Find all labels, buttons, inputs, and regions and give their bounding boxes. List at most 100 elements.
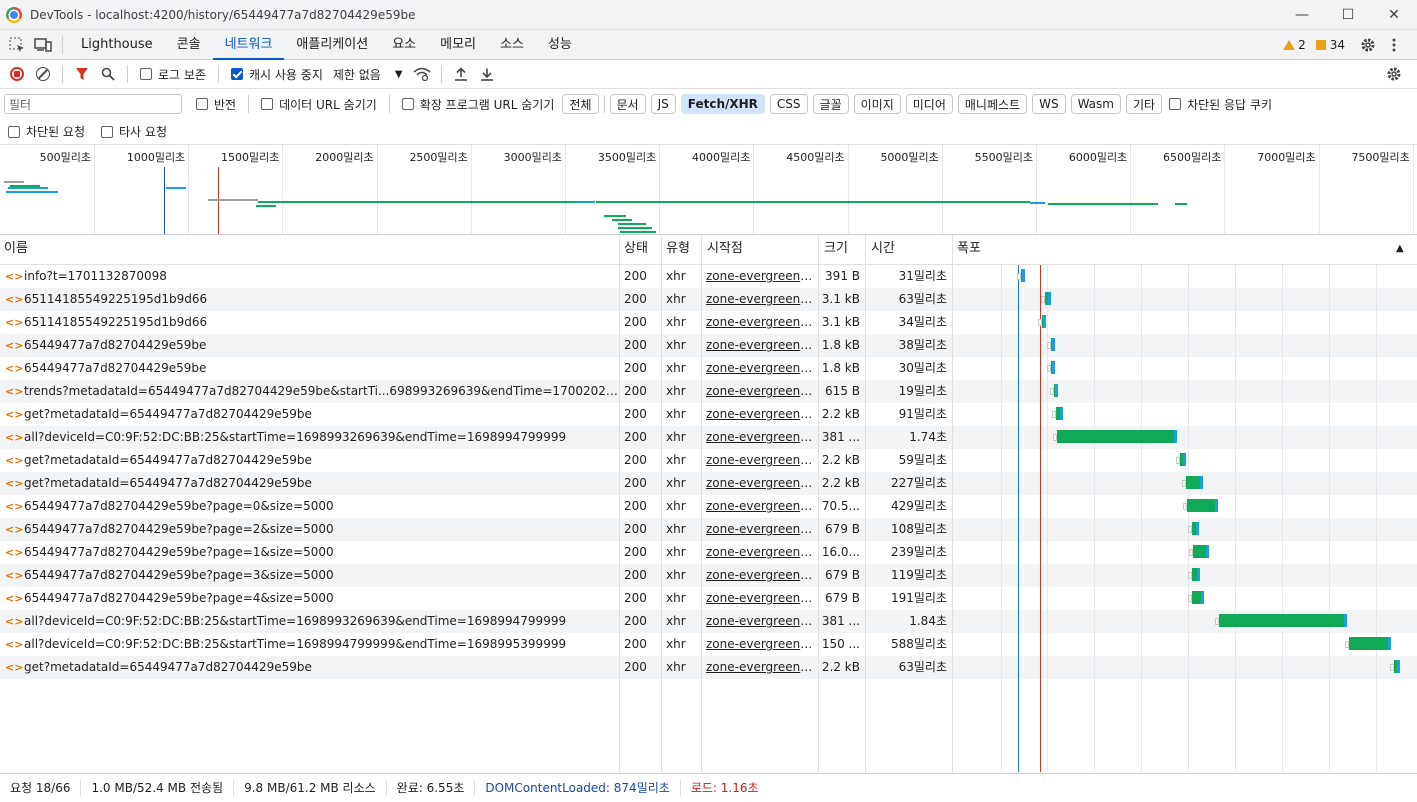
filter-input[interactable]: 필터 <box>4 94 182 114</box>
tab-6[interactable]: 소스 <box>488 30 536 60</box>
request-name[interactable]: get?metadataId=65449477a7d82704429e59be <box>24 403 618 426</box>
request-name[interactable]: 65114185549225195d1b9d66 <box>24 288 618 311</box>
filter-chip-7[interactable]: 미디어 <box>905 94 953 114</box>
request-name[interactable]: 65449477a7d82704429e59be?page=4&size=500… <box>24 587 618 610</box>
filter-chip-8[interactable]: 매니페스트 <box>957 94 1028 114</box>
filter-chip-4[interactable]: CSS <box>769 94 808 114</box>
filter-chip-5[interactable]: 글꼴 <box>812 94 849 114</box>
request-name[interactable]: 65449477a7d82704429e59be <box>24 357 618 380</box>
request-initiator-link[interactable]: zone-evergreen.j... <box>706 311 814 334</box>
filter-chip-6[interactable]: 이미지 <box>853 94 901 114</box>
request-name[interactable]: get?metadataId=65449477a7d82704429e59be <box>24 472 618 495</box>
device-toolbar-icon[interactable] <box>30 32 56 58</box>
column-header-initiator[interactable]: 시작점 <box>703 235 743 265</box>
request-initiator-link[interactable]: zone-evergreen.j... <box>706 426 814 449</box>
request-name[interactable]: all?deviceId=C0:9F:52:DC:BB:25&startTime… <box>24 426 618 449</box>
warnings-badge[interactable]: 2 <box>1283 38 1306 52</box>
request-initiator-link[interactable]: zone-evergreen.j... <box>706 265 814 288</box>
column-header-waterfall[interactable]: 폭포 <box>953 235 981 265</box>
request-name[interactable]: all?deviceId=C0:9F:52:DC:BB:25&startTime… <box>24 610 618 633</box>
tab-2[interactable]: 네트워크 <box>212 30 285 60</box>
request-initiator-link[interactable]: zone-evergreen.j... <box>706 610 814 633</box>
third-party-checkbox[interactable]: 타사 요청 <box>101 123 167 140</box>
sort-up-icon[interactable]: ▲ <box>1392 235 1404 265</box>
import-har-button[interactable] <box>448 61 474 87</box>
clear-button[interactable] <box>30 61 56 87</box>
request-initiator-link[interactable]: zone-evergreen.j... <box>706 656 814 679</box>
request-name[interactable]: 65114185549225195d1b9d66 <box>24 311 618 334</box>
filter-chip-1[interactable]: 문서 <box>609 94 646 114</box>
column-header-size[interactable]: 크기 <box>820 235 848 265</box>
xhr-icon: <> <box>5 431 24 444</box>
filter-toggle-button[interactable] <box>69 61 95 87</box>
column-header-type[interactable]: 유형 <box>662 235 690 265</box>
blocked-requests-checkbox[interactable]: 차단된 요청 <box>8 123 85 140</box>
tab-7[interactable]: 성능 <box>536 30 584 60</box>
disable-cache-checkbox[interactable]: 캐시 사용 중지 <box>230 66 323 83</box>
column-header-status[interactable]: 상태 <box>620 235 648 265</box>
request-initiator-link[interactable]: zone-evergreen.j... <box>706 403 814 426</box>
settings-gear-icon[interactable] <box>1355 32 1381 58</box>
waterfall-bar[interactable] <box>1219 614 1344 627</box>
filter-chip-11[interactable]: 기타 <box>1125 94 1163 114</box>
filter-chip-3[interactable]: Fetch/XHR <box>680 94 765 114</box>
request-name[interactable]: 65449477a7d82704429e59be?page=0&size=500… <box>24 495 618 518</box>
request-initiator-link[interactable]: zone-evergreen.j... <box>706 633 814 656</box>
hide-data-urls-checkbox[interactable]: 데이터 URL 숨기기 <box>261 96 377 113</box>
export-har-button[interactable] <box>474 61 500 87</box>
request-initiator-link[interactable]: zone-evergreen.j... <box>706 495 814 518</box>
request-initiator-link[interactable]: zone-evergreen.j... <box>706 380 814 403</box>
request-name[interactable]: 65449477a7d82704429e59be?page=1&size=500… <box>24 541 618 564</box>
request-initiator-link[interactable]: zone-evergreen.j... <box>706 357 814 380</box>
request-name[interactable]: get?metadataId=65449477a7d82704429e59be <box>24 449 618 472</box>
hide-extension-urls-checkbox[interactable]: 확장 프로그램 URL 숨기기 <box>401 96 554 113</box>
network-conditions-button[interactable] <box>409 61 435 87</box>
messages-badge[interactable]: 34 <box>1315 38 1345 52</box>
request-initiator-link[interactable]: zone-evergreen.j... <box>706 449 814 472</box>
close-button[interactable]: ✕ <box>1371 0 1417 30</box>
request-name[interactable]: all?deviceId=C0:9F:52:DC:BB:25&startTime… <box>24 633 618 656</box>
request-name[interactable]: get?metadataId=65449477a7d82704429e59be <box>24 656 618 679</box>
minimize-button[interactable]: — <box>1279 0 1325 30</box>
filter-chip-10[interactable]: Wasm <box>1070 94 1121 114</box>
waterfall-bar[interactable] <box>1192 591 1201 604</box>
request-initiator-link[interactable]: zone-evergreen.j... <box>706 472 814 495</box>
waterfall-bar[interactable] <box>1186 476 1200 489</box>
waterfall-bar[interactable] <box>1349 637 1388 650</box>
tab-5[interactable]: 메모리 <box>428 30 488 60</box>
request-initiator-link[interactable]: zone-evergreen.j... <box>706 564 814 587</box>
request-name[interactable]: info?t=1701132870098 <box>24 265 618 288</box>
maximize-button[interactable]: ☐ <box>1325 0 1371 30</box>
timeline-overview[interactable]: 500밀리초 1000밀리초 1500밀리초 2000밀리초 2500밀리초 3000밀리… <box>0 145 1417 235</box>
request-name[interactable]: trends?metadataId=65449477a7d82704429e59… <box>24 380 618 403</box>
waterfall-bar[interactable] <box>1187 499 1215 512</box>
filter-chip-2[interactable]: JS <box>650 94 676 114</box>
filter-chip-9[interactable]: WS <box>1032 94 1066 114</box>
request-initiator-link[interactable]: zone-evergreen.j... <box>706 334 814 357</box>
tab-1[interactable]: 콘솔 <box>165 30 213 60</box>
invert-checkbox[interactable]: 반전 <box>196 96 236 113</box>
request-initiator-link[interactable]: zone-evergreen.j... <box>706 587 814 610</box>
request-initiator-link[interactable]: zone-evergreen.j... <box>706 541 814 564</box>
request-initiator-link[interactable]: zone-evergreen.j... <box>706 288 814 311</box>
stop-recording-button[interactable] <box>4 61 30 87</box>
more-options-icon[interactable] <box>1381 32 1407 58</box>
filter-chip-0[interactable]: 전체 <box>562 94 599 114</box>
request-name[interactable]: 65449477a7d82704429e59be?page=2&size=500… <box>24 518 618 541</box>
tab-4[interactable]: 요소 <box>380 30 428 60</box>
column-header-time[interactable]: 시간 <box>867 235 895 265</box>
tab-3[interactable]: 애플리케이션 <box>284 30 380 60</box>
inspect-element-icon[interactable] <box>4 32 30 58</box>
request-name[interactable]: 65449477a7d82704429e59be?page=3&size=500… <box>24 564 618 587</box>
preserve-log-checkbox[interactable]: 로그 보존 <box>140 66 206 83</box>
search-button[interactable] <box>95 61 121 87</box>
throttling-select[interactable]: 제한 없음 ▼ <box>333 66 403 83</box>
tab-0[interactable]: Lighthouse <box>69 30 165 60</box>
request-name[interactable]: 65449477a7d82704429e59be <box>24 334 618 357</box>
column-header-name[interactable]: 이름 <box>0 235 28 265</box>
network-settings-gear-icon[interactable] <box>1381 61 1407 87</box>
waterfall-bar[interactable] <box>1057 430 1174 443</box>
waterfall-bar[interactable] <box>1193 545 1206 558</box>
request-initiator-link[interactable]: zone-evergreen.j... <box>706 518 814 541</box>
blocked-cookies-checkbox[interactable]: 차단된 응답 쿠키 <box>1169 96 1272 113</box>
